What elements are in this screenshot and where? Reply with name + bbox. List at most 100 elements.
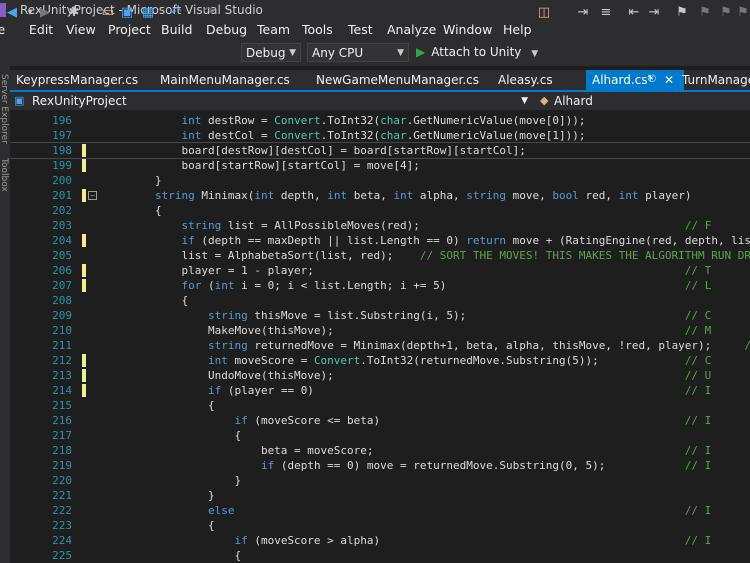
- tab-alhard-label: Alhard.cs*: [592, 73, 654, 87]
- code-line[interactable]: 217 {: [10, 428, 750, 443]
- chevron-down-icon: ▼: [397, 48, 404, 58]
- new-project-icon[interactable]: ✱: [66, 4, 82, 22]
- code-line[interactable]: 211 string returnedMove = Minimax(depth+…: [10, 338, 750, 353]
- code-text: if (moveScore <= beta) // I: [234, 414, 712, 427]
- code-line[interactable]: 196 int destRow = Convert.ToInt32(char.G…: [10, 113, 750, 128]
- code-text: player = 1 - player; // T: [102, 264, 712, 277]
- code-line[interactable]: 206 player = 1 - player; // T: [10, 263, 750, 278]
- code-line[interactable]: 220 }: [10, 473, 750, 488]
- menu-tools[interactable]: Tools: [302, 20, 333, 40]
- dropdown-arrow-icon[interactable]: ▾: [24, 4, 36, 22]
- code-line[interactable]: 197 int destCol = Convert.ToInt32(char.G…: [10, 128, 750, 143]
- code-line[interactable]: 216 if (moveScore <= beta) // I: [10, 413, 750, 428]
- code-text: if (depth == maxDepth || list.Length == …: [181, 234, 750, 247]
- code-line[interactable]: 219 if (depth == 0) move = returnedMove.…: [10, 458, 750, 473]
- code-line[interactable]: 200 }: [10, 173, 750, 188]
- code-text: string list = AllPossibleMoves(red); // …: [181, 219, 712, 232]
- project-dropdown[interactable]: ▣ RexUnityProject ▼: [10, 92, 532, 109]
- code-editor[interactable]: 196 int destRow = Convert.ToInt32(char.G…: [10, 110, 750, 563]
- line-number: 222: [52, 504, 72, 517]
- outdent-icon[interactable]: ⇥: [646, 4, 662, 22]
- bookmark-icon[interactable]: ⚑: [675, 4, 689, 22]
- code-line[interactable]: 212 int moveScore = Convert.ToInt32(retu…: [10, 353, 750, 368]
- code-line[interactable]: 210 MakeMove(thisMove); // M: [10, 323, 750, 338]
- code-line[interactable]: 213 UndoMove(thisMove); // U: [10, 368, 750, 383]
- code-line[interactable]: 204 if (depth == maxDepth || list.Length…: [10, 233, 750, 248]
- change-marker: [82, 159, 86, 172]
- code-line[interactable]: 199 board[startRow][startCol] = move[4];: [10, 158, 750, 173]
- code-line[interactable]: 214 if (player == 0) // I: [10, 383, 750, 398]
- code-text: {: [102, 519, 215, 532]
- clear-bookmarks-icon[interactable]: ⚑: [736, 4, 750, 22]
- back-icon[interactable]: ◀: [4, 4, 20, 22]
- configuration-select[interactable]: Debug ▼: [241, 43, 301, 62]
- tab-keypress-manager[interactable]: KeypressManager.cs: [16, 70, 138, 90]
- platform-select[interactable]: Any CPU ▼: [307, 43, 409, 62]
- attach-to-unity-button[interactable]: ▶ Attach to Unity ▼: [416, 43, 538, 62]
- code-line[interactable]: 207 for (int i = 0; i < list.Length; i +…: [10, 278, 750, 293]
- code-line[interactable]: 208 {: [10, 293, 750, 308]
- undo-icon[interactable]: ↶: [168, 4, 184, 22]
- toolbox-tab[interactable]: Toolbox: [0, 158, 9, 192]
- line-number: 201: [52, 189, 72, 202]
- tab-alhard-active[interactable]: Alhard.cs* ⎋ ✕: [586, 70, 684, 90]
- class-dropdown[interactable]: ◆ Alhard: [540, 92, 750, 109]
- collapse-icon[interactable]: −: [88, 191, 97, 200]
- code-line[interactable]: 222 else // I: [10, 503, 750, 518]
- code-line[interactable]: 203 string list = AllPossibleMoves(red);…: [10, 218, 750, 233]
- menu-file[interactable]: le: [0, 20, 5, 40]
- pin-icon[interactable]: ⎋: [648, 70, 656, 90]
- code-line[interactable]: 201 − string Minimax(int depth, int beta,…: [10, 188, 750, 203]
- platform-value: Any CPU: [312, 46, 364, 60]
- menu-view[interactable]: View: [66, 20, 96, 40]
- format-icon[interactable]: ≡: [598, 4, 614, 22]
- save-icon[interactable]: ▣: [120, 4, 134, 22]
- menu-analyze[interactable]: Analyze: [387, 20, 436, 40]
- tab-turn-manager[interactable]: TurnManager: [682, 70, 750, 90]
- code-text: if (depth == 0) move = returnedMove.Subs…: [260, 459, 712, 472]
- change-marker: [82, 384, 86, 397]
- tab-aleasy[interactable]: Aleasy.cs: [498, 70, 553, 90]
- step-icon[interactable]: ⇥: [576, 4, 590, 22]
- forward-icon[interactable]: ▶: [38, 4, 52, 22]
- line-number: 216: [52, 414, 72, 427]
- redo-icon[interactable]: ↷: [201, 4, 217, 22]
- line-number: 214: [52, 384, 72, 397]
- code-line[interactable]: 223 {: [10, 518, 750, 533]
- code-line[interactable]: 218 beta = moveScore; // I: [10, 443, 750, 458]
- code-line[interactable]: 209 string thisMove = list.Substring(i, …: [10, 308, 750, 323]
- code-line[interactable]: 224 if (moveScore > alpha) // I: [10, 533, 750, 548]
- menu-project[interactable]: Project: [108, 20, 151, 40]
- change-marker: [82, 144, 86, 157]
- menu-test[interactable]: Test: [348, 20, 373, 40]
- change-marker: [82, 354, 86, 367]
- code-line[interactable]: 215 {: [10, 398, 750, 413]
- save-all-icon[interactable]: ▦: [140, 4, 156, 22]
- line-number: 199: [52, 159, 72, 172]
- breakpoint-group-icon[interactable]: ◫: [536, 4, 552, 22]
- tab-new-game-menu-manager[interactable]: NewGameMenuManager.cs: [316, 70, 479, 90]
- code-line[interactable]: 205 list = AlphabetaSort(list, red); // …: [10, 248, 750, 263]
- open-folder-icon[interactable]: ▭: [100, 4, 116, 22]
- prev-bookmark-icon[interactable]: ⚑: [697, 4, 713, 22]
- line-number: 225: [52, 549, 72, 562]
- code-line[interactable]: 221 }: [10, 488, 750, 503]
- code-line[interactable]: 198 board[destRow][destCol] = board[star…: [10, 142, 750, 159]
- change-marker: [82, 279, 86, 292]
- menu-build[interactable]: Build: [161, 20, 192, 40]
- menu-help[interactable]: Help: [503, 20, 532, 40]
- code-line[interactable]: 202 {: [10, 203, 750, 218]
- code-text: for (int i = 0; i < list.Length; i += 5)…: [181, 279, 712, 292]
- menu-window[interactable]: Window: [443, 20, 492, 40]
- menu-edit[interactable]: Edit: [29, 20, 53, 40]
- line-number: 213: [52, 369, 72, 382]
- indent-icon[interactable]: ⇤: [626, 4, 642, 22]
- line-number: 219: [52, 459, 72, 472]
- tab-main-menu-manager[interactable]: MainMenuManager.cs: [160, 70, 290, 90]
- next-bookmark-icon[interactable]: ⚑: [718, 4, 734, 22]
- code-line[interactable]: 225 {: [10, 548, 750, 563]
- server-explorer-tab[interactable]: Server Explorer: [0, 74, 9, 144]
- menu-debug[interactable]: Debug: [206, 20, 247, 40]
- close-icon[interactable]: ✕: [664, 70, 674, 90]
- menu-team[interactable]: Team: [257, 20, 290, 40]
